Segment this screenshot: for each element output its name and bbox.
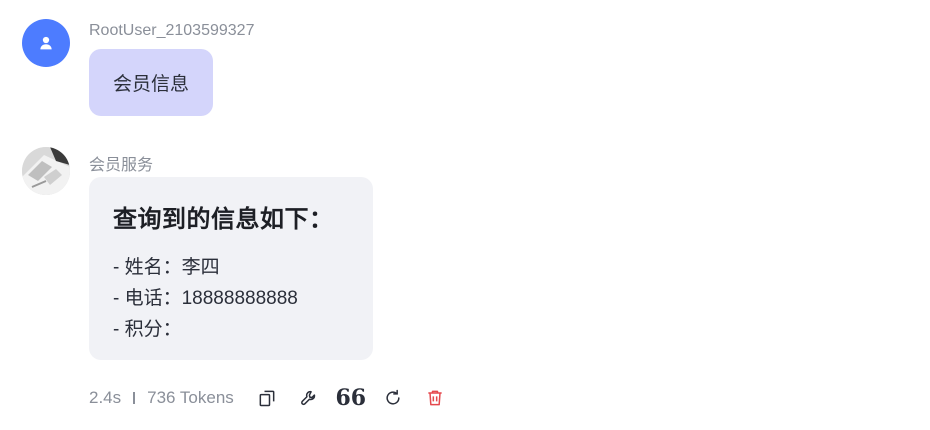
- wrench-icon: [300, 390, 315, 406]
- tool-button[interactable]: [298, 387, 320, 409]
- response-duration: 2.4s: [89, 388, 122, 407]
- info-line-points: - 积分：: [113, 319, 182, 340]
- info-line-phone: - 电话：18888888888: [113, 288, 298, 309]
- bot-avatar: [22, 147, 70, 195]
- copy-button[interactable]: [256, 387, 278, 409]
- delete-button[interactable]: [424, 387, 446, 409]
- token-count: 736 Tokens: [147, 388, 234, 407]
- user-message: RootUser_2103599327 会员信息: [22, 19, 322, 119]
- user-message-bubble: 会员信息: [89, 49, 214, 116]
- bot-avatar-image: [22, 147, 70, 195]
- refresh-icon: [386, 389, 400, 405]
- bot-sender-name: 会员服务: [89, 157, 154, 174]
- bot-message: 会员服务 查询到的信息如下： - 姓名：李四 - 电话：18888888888 …: [22, 147, 402, 367]
- regenerate-button[interactable]: [382, 387, 404, 409]
- info-line-name: - 姓名：李四: [113, 257, 220, 278]
- user-icon: [40, 36, 52, 50]
- user-message-text: 会员信息: [113, 74, 190, 95]
- trash-icon: [428, 390, 442, 406]
- copy-icon: [259, 390, 275, 407]
- meta-divider: [133, 392, 136, 404]
- user-sender-name: RootUser_2103599327: [89, 22, 255, 39]
- quote-icon: 66: [335, 385, 367, 411]
- message-meta-bar: 2.4s 736 Tokens 66: [89, 386, 446, 410]
- quote-button[interactable]: 66: [335, 387, 366, 409]
- user-avatar: [22, 19, 70, 67]
- bot-message-bubble: 查询到的信息如下： - 姓名：李四 - 电话：18888888888 - 积分：: [89, 177, 373, 360]
- bot-response-heading: 查询到的信息如下：: [113, 206, 334, 233]
